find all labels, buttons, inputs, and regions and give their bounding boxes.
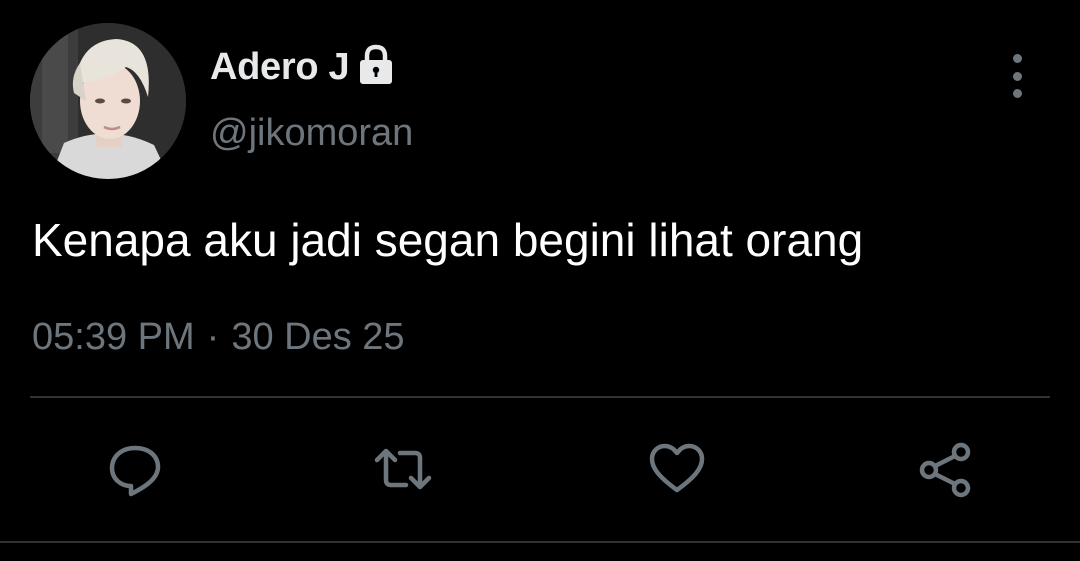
- avatar[interactable]: [30, 23, 186, 179]
- action-bar: [0, 436, 1080, 502]
- tweet-timestamp: 05:39 PM · 30 Des 25: [32, 316, 405, 359]
- retweet-icon: [374, 448, 432, 490]
- meta-separator: ·: [206, 316, 220, 358]
- more-options-button[interactable]: [1002, 54, 1032, 98]
- more-dot-icon: [1012, 54, 1022, 63]
- divider: [30, 396, 1050, 398]
- tweet-time[interactable]: 05:39 PM: [32, 316, 195, 358]
- author-display-name[interactable]: Adero J: [210, 46, 350, 89]
- tweet-text: Kenapa aku jadi segan begini lihat orang: [32, 214, 864, 266]
- reply-button[interactable]: [102, 436, 168, 502]
- more-dot-icon: [1012, 89, 1022, 98]
- author-name-row: Adero J: [210, 42, 395, 92]
- more-dot-icon: [1012, 71, 1022, 81]
- share-button[interactable]: [912, 436, 978, 502]
- bottom-divider: [0, 541, 1080, 543]
- author-handle[interactable]: @jikomoran: [210, 112, 413, 155]
- retweet-button[interactable]: [370, 436, 436, 502]
- share-icon: [919, 442, 971, 498]
- heart-icon: [649, 443, 705, 493]
- tweet-date[interactable]: 30 Des 25: [231, 316, 404, 358]
- comment-icon: [109, 445, 161, 497]
- avatar-image: [30, 23, 186, 179]
- lock-icon: [357, 43, 395, 87]
- like-button[interactable]: [644, 436, 710, 502]
